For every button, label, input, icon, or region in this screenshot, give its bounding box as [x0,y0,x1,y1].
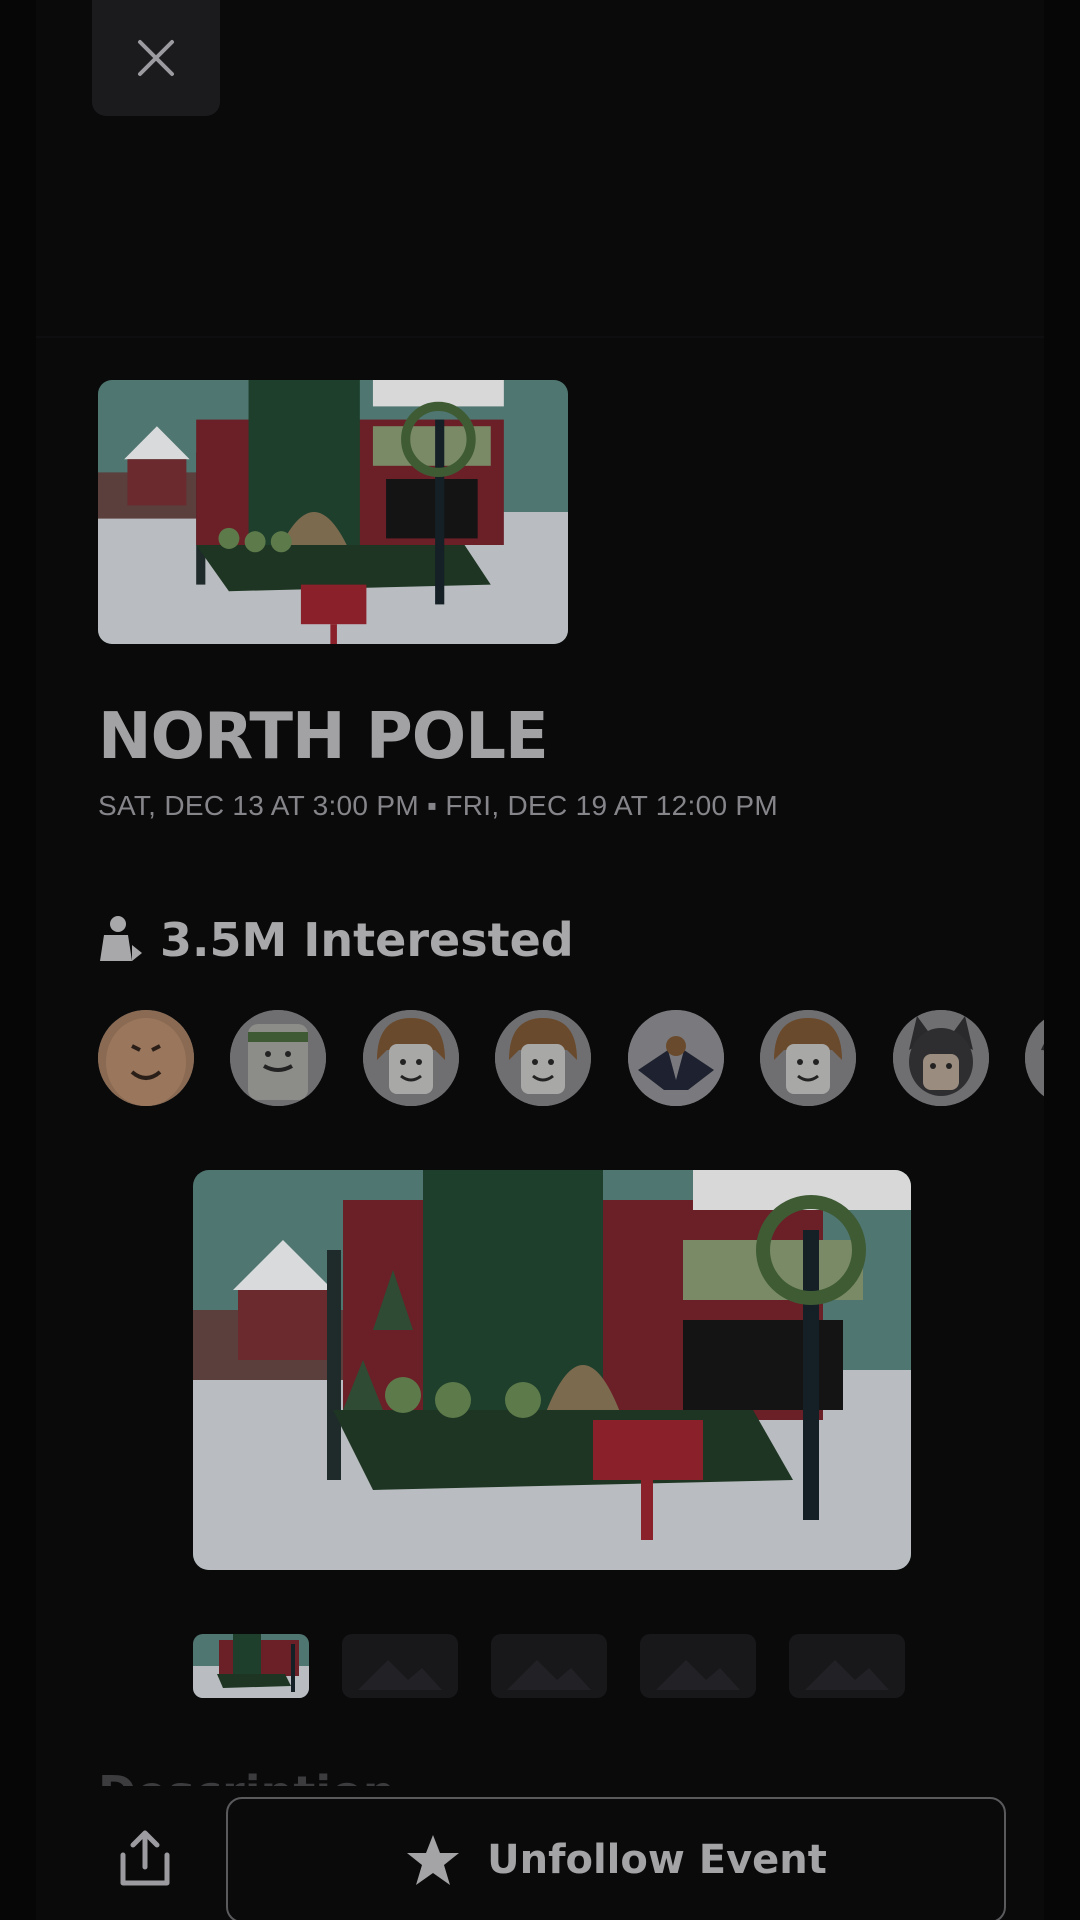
avatar[interactable] [1025,1010,1044,1106]
gallery-thumbnail[interactable] [640,1634,756,1698]
interested-count: 3.5M Interested [98,908,574,972]
unfollow-label: Unfollow Event [487,1837,827,1883]
event-dates: SAT, DEC 13 AT 3:00 PM ▪ FRI, DEC 19 AT … [98,790,779,821]
gallery-main-image[interactable] [193,1170,911,1570]
share-button[interactable] [112,1826,178,1892]
close-button[interactable] [92,0,220,116]
image-placeholder-icon [507,1660,591,1690]
event-thumbnail [98,380,568,644]
avatar[interactable] [362,1010,459,1106]
header-divider [36,336,1044,338]
avatar[interactable] [230,1010,327,1106]
avatar[interactable] [627,1010,724,1106]
gallery-thumbnail[interactable] [193,1634,309,1698]
unfollow-event-button[interactable]: Unfollow Event [226,1797,1006,1920]
gallery-thumbnail[interactable] [491,1634,607,1698]
avatar[interactable] [892,1010,989,1106]
image-placeholder-icon [805,1660,889,1690]
avatar[interactable] [760,1010,857,1106]
star-icon [407,1835,460,1885]
avatar[interactable] [495,1010,592,1106]
image-placeholder-icon [656,1660,740,1690]
image-placeholder-icon [358,1660,442,1690]
gallery-thumbnail[interactable] [342,1634,458,1698]
close-icon [138,40,174,76]
event-details-screen: NORTH POLE SAT, DEC 13 AT 3:00 PM ▪ FRI,… [0,0,1080,1920]
person-icon [100,916,142,961]
gallery-thumbnails [193,1634,905,1698]
gallery-thumbnail[interactable] [789,1634,905,1698]
share-icon [120,1830,170,1886]
avatar[interactable] [98,1010,194,1106]
event-title: NORTH POLE [98,700,549,774]
interested-avatars [98,1010,1044,1106]
interested-label: 3.5M Interested [160,913,574,967]
